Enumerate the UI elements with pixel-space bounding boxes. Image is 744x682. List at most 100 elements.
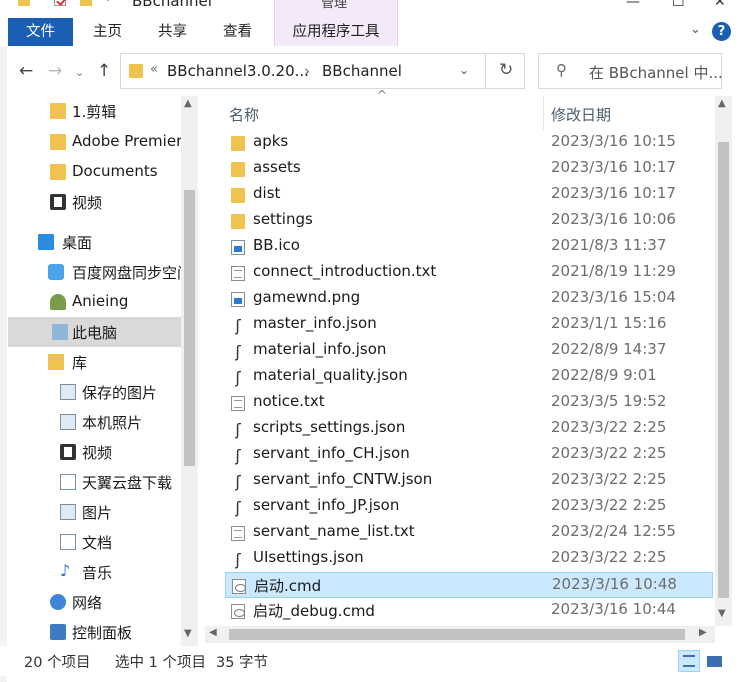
search-box[interactable]: ⚲ 在 BBchannel 中... <box>538 53 723 89</box>
file-row[interactable]: settings 2023/3/16 10:06 <box>225 208 713 234</box>
file-row[interactable]: servant_name_list.txt 2023/2/24 12:55 <box>225 520 713 546</box>
recent-locations-chevron-icon[interactable]: ⌄ <box>75 66 84 79</box>
file-row[interactable]: notice.txt 2023/3/5 19:52 <box>225 390 713 416</box>
scroll-right-arrow-icon[interactable]: ▶ <box>699 627 707 638</box>
file-row[interactable]: ʃ material_quality.json 2022/8/9 9:01 <box>225 364 713 390</box>
column-name[interactable]: 名称 <box>229 104 259 125</box>
nav-item-network[interactable]: 网络 <box>8 587 183 617</box>
nav-item-adobe-premiere[interactable]: Adobe Premier <box>8 127 183 157</box>
expand-ribbon-icon[interactable]: ⌄ <box>690 22 701 37</box>
file-name: 启动.cmd <box>254 577 322 595</box>
file-list: ^ 名称 修改日期 apks 2023/3/16 10:15 assets 2023/… <box>205 88 715 626</box>
scroll-left-arrow-icon[interactable]: ◀ <box>209 627 217 638</box>
file-date-modified: 2021/8/3 11:37 <box>551 236 667 254</box>
file-row[interactable]: ʃ scripts_settings.json 2023/3/22 2:25 <box>225 416 713 442</box>
file-name: 启动_debug.cmd <box>253 602 375 620</box>
file-date-modified: 2023/3/16 15:04 <box>551 288 676 306</box>
file-row[interactable]: ʃ material_info.json 2022/8/9 14:37 <box>225 338 713 364</box>
file-date-modified: 2023/3/22 2:25 <box>551 418 667 436</box>
nav-item-this-pc[interactable]: 此电脑 <box>8 317 183 347</box>
file-row[interactable]: gamewnd.png 2023/3/16 15:04 <box>225 286 713 312</box>
help-icon[interactable]: ? <box>712 22 731 41</box>
details-view-icon <box>683 655 695 667</box>
file-row[interactable]: ʃ servant_info_CH.json 2023/3/22 2:25 <box>225 442 713 468</box>
file-name: BB.ico <box>253 236 300 254</box>
file-row[interactable]: ʃ servant_info_CNTW.json 2023/3/22 2:25 <box>225 468 713 494</box>
nav-item-tianyi-downloads[interactable]: 天翼云盘下载 <box>8 467 183 497</box>
close-icon[interactable]: ✕ <box>714 0 726 10</box>
folder-icon <box>50 103 66 119</box>
file-name: material_info.json <box>253 340 387 358</box>
tab-home[interactable]: 主页 <box>93 18 122 46</box>
nav-item-control-panel[interactable]: 控制面板 <box>8 617 183 646</box>
nav-item-documents[interactable]: Documents <box>8 157 183 187</box>
breadcrumb-separator[interactable]: › <box>304 62 310 80</box>
file-row[interactable]: ʃ master_info.json 2023/1/1 15:16 <box>225 312 713 338</box>
file-row[interactable]: apks 2023/3/16 10:15 <box>225 130 713 156</box>
forward-arrow-icon[interactable]: → <box>48 61 62 81</box>
details-view-button[interactable] <box>678 650 700 672</box>
file-row[interactable]: 启动_debug.cmd 2023/3/16 10:44 <box>225 598 713 624</box>
address-dropdown-icon[interactable]: ⌄ <box>459 63 469 77</box>
file-row[interactable]: assets 2023/3/16 10:17 <box>225 156 713 182</box>
large-icons-view-button[interactable] <box>703 650 725 672</box>
breadcrumb-overflow[interactable]: « <box>150 62 158 77</box>
column-date-modified[interactable]: 修改日期 <box>551 104 611 125</box>
file-row[interactable]: connect_introduction.txt 2021/8/19 11:29 <box>225 260 713 286</box>
nav-item-libraries[interactable]: 库 <box>8 347 183 377</box>
file-name: scripts_settings.json <box>253 418 406 436</box>
up-arrow-icon[interactable]: ↑ <box>97 61 111 81</box>
nav-item-desktop[interactable]: 桌面 <box>8 227 183 257</box>
nav-item-music[interactable]: ♪ 音乐 <box>8 557 183 587</box>
nav-item-lib-videos[interactable]: 视频 <box>8 437 183 467</box>
file-date-modified: 2023/3/22 2:25 <box>551 548 667 566</box>
quick-access-dropdown-icon[interactable] <box>104 0 112 1</box>
navpane-scrollbar[interactable]: ▲ ▼ <box>181 96 198 646</box>
tab-view[interactable]: 查看 <box>223 18 252 46</box>
scrollbar-thumb[interactable] <box>184 190 195 466</box>
text-file-icon <box>231 396 245 411</box>
breadcrumb-current[interactable]: BBchannel <box>322 62 402 80</box>
scroll-up-arrow-icon[interactable]: ▲ <box>184 98 192 109</box>
nav-item-videos[interactable]: 视频 <box>8 187 183 217</box>
file-row[interactable]: ʃ servant_info_JP.json 2023/3/22 2:25 <box>225 494 713 520</box>
cmd-file-icon <box>232 579 246 594</box>
nav-item-lib-documents[interactable]: 文档 <box>8 527 183 557</box>
folder-icon <box>231 214 245 229</box>
refresh-button[interactable]: ↻ <box>485 54 525 88</box>
file-row[interactable]: BB.ico 2021/8/3 11:37 <box>225 234 713 260</box>
navigation-pane: 1.剪辑 Adobe Premier Documents 视频 桌面 百度网盘同… <box>8 96 203 646</box>
scroll-down-arrow-icon[interactable]: ▼ <box>184 628 192 639</box>
nav-item-saved-pictures[interactable]: 保存的图片 <box>8 377 183 407</box>
filelist-scrollbar[interactable]: ▲ ▼ <box>715 96 732 626</box>
nav-item-baidu-sync[interactable]: 百度网盘同步空间 <box>8 257 192 287</box>
breadcrumb-parent[interactable]: BBchannel3.0.20... <box>167 62 309 80</box>
nav-item-1-clips[interactable]: 1.剪辑 <box>8 96 183 126</box>
file-row[interactable]: 启动.cmd 2023/3/16 10:48 <box>225 572 713 598</box>
control-panel-icon <box>50 624 66 640</box>
scrollbar-thumb[interactable] <box>718 142 729 598</box>
nav-item-anieing[interactable]: Anieing <box>8 287 183 317</box>
maximize-icon[interactable]: ☐ <box>672 0 685 10</box>
back-arrow-icon[interactable]: ← <box>19 61 33 81</box>
quick-access-properties-icon[interactable] <box>54 0 66 6</box>
address-bar[interactable]: « BBchannel3.0.20... › BBchannel ⌄ ↻ <box>120 53 525 89</box>
scroll-up-arrow-icon[interactable]: ▲ <box>718 98 726 109</box>
scrollbar-thumb[interactable] <box>229 629 685 640</box>
nav-item-label: Anieing <box>72 292 129 310</box>
tab-file[interactable]: 文件 <box>8 18 73 46</box>
file-row[interactable]: dist 2023/3/16 10:17 <box>225 182 713 208</box>
nav-item-camera-roll[interactable]: 本机照片 <box>8 407 183 437</box>
nav-item-pictures[interactable]: 图片 <box>8 497 183 527</box>
json-file-icon: ʃ <box>235 472 241 491</box>
tab-app-tools[interactable]: 应用程序工具 <box>274 18 398 46</box>
nav-item-label: 1.剪辑 <box>72 103 117 121</box>
quick-access-new-folder-icon[interactable] <box>80 0 92 6</box>
file-row[interactable]: ʃ UIsettings.json 2023/3/22 2:25 <box>225 546 713 572</box>
filelist-horizontal-scrollbar[interactable]: ◀ ▶ <box>205 626 715 643</box>
tab-share[interactable]: 共享 <box>158 18 187 46</box>
column-divider[interactable] <box>543 96 544 130</box>
scroll-down-arrow-icon[interactable]: ▼ <box>718 608 726 619</box>
minimize-icon[interactable]: — <box>626 0 640 10</box>
quick-access-folder-icon[interactable] <box>18 0 30 6</box>
